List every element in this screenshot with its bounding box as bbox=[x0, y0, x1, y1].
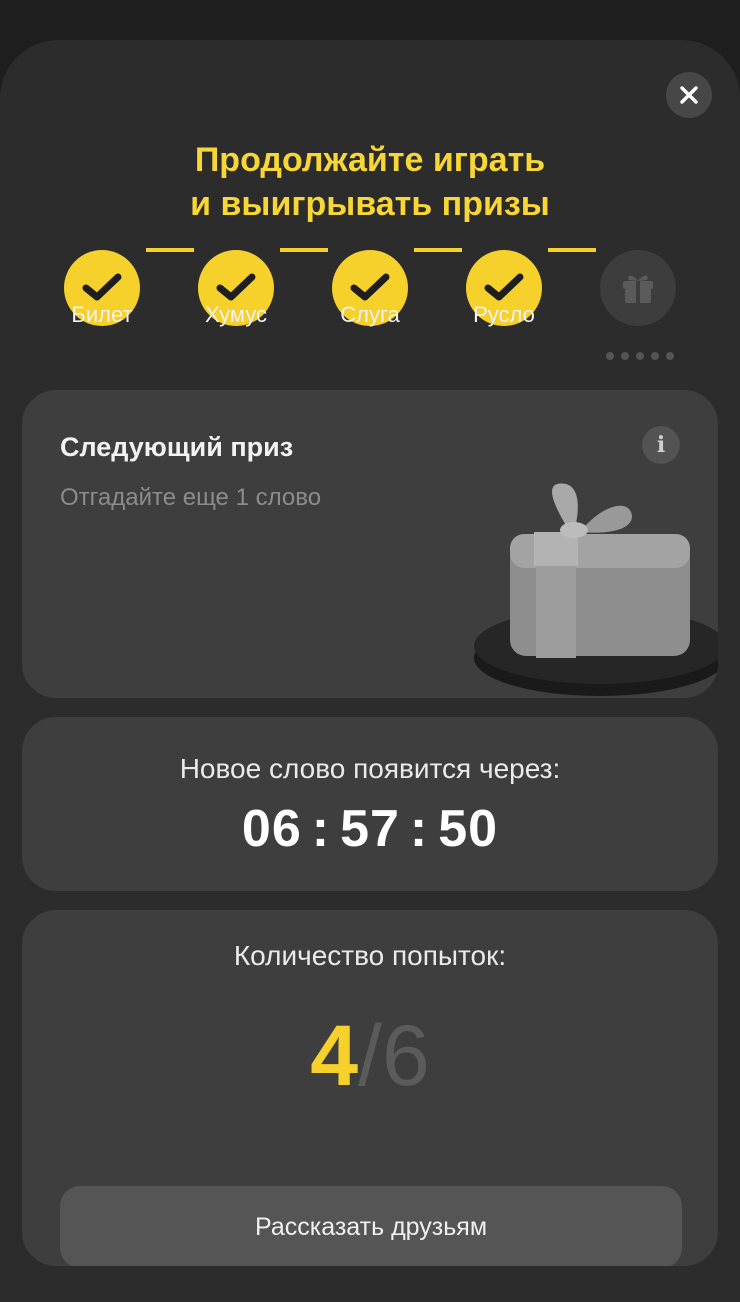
dot bbox=[666, 352, 674, 360]
check-icon bbox=[82, 273, 122, 301]
attempts-label: Количество попыток: bbox=[233, 940, 507, 971]
dot bbox=[606, 352, 614, 360]
gift-icon bbox=[623, 275, 653, 303]
next-prize-subtitle: Отгадайте еще 1 слово bbox=[60, 484, 322, 511]
attempts-total: 6 bbox=[381, 1008, 430, 1104]
step-connector bbox=[414, 248, 462, 252]
step-4-label: Русло bbox=[473, 302, 535, 327]
timer-separator: : bbox=[409, 800, 429, 858]
attempts-counter: 4/6 bbox=[22, 1006, 718, 1106]
attempts-used: 4 bbox=[310, 1008, 359, 1104]
close-icon bbox=[680, 86, 698, 104]
timer-card: Новое слово появится через: 06:57:50 bbox=[22, 717, 718, 891]
next-prize-title: Следующий приз bbox=[60, 432, 294, 462]
dot bbox=[651, 352, 659, 360]
check-icon bbox=[484, 273, 524, 301]
timer-hours: 06 bbox=[241, 800, 302, 858]
step-1-label: Билет bbox=[71, 302, 133, 327]
timer-seconds: 50 bbox=[438, 800, 499, 858]
title-line-2: и выигрывать призы bbox=[190, 185, 550, 223]
step-connector bbox=[548, 248, 596, 252]
timer-minutes: 57 bbox=[340, 800, 400, 858]
check-icon bbox=[350, 273, 390, 301]
step-2-label: Хумус bbox=[204, 302, 268, 327]
info-button[interactable]: i bbox=[642, 426, 680, 464]
timer-label: Новое слово появится через: bbox=[179, 753, 561, 784]
check-icon bbox=[216, 273, 256, 301]
attempts-card: Количество попыток: 4/6 Рассказать друзь… bbox=[22, 910, 718, 1266]
close-button[interactable] bbox=[666, 72, 712, 118]
step-5-hidden-label bbox=[606, 352, 674, 360]
step-5-locked bbox=[600, 250, 676, 326]
dot bbox=[621, 352, 629, 360]
attempts-slash: / bbox=[358, 1008, 382, 1104]
countdown-timer: 06:57:50 bbox=[22, 799, 718, 859]
next-prize-card: Следующий приз Отгадайте еще 1 слово i bbox=[22, 390, 718, 698]
step-connector bbox=[146, 248, 194, 252]
share-with-friends-button[interactable]: Рассказать друзьям bbox=[60, 1186, 682, 1266]
step-3-label: Слуга bbox=[340, 302, 400, 327]
timer-separator: : bbox=[311, 800, 331, 858]
info-icon: i bbox=[656, 432, 666, 458]
dot bbox=[636, 352, 644, 360]
dialog-title: Продолжайте играть и выигрывать призы bbox=[0, 138, 740, 226]
title-line-1: Продолжайте играть bbox=[194, 141, 546, 179]
gift-box-illustration bbox=[474, 483, 718, 696]
step-connector bbox=[280, 248, 328, 252]
